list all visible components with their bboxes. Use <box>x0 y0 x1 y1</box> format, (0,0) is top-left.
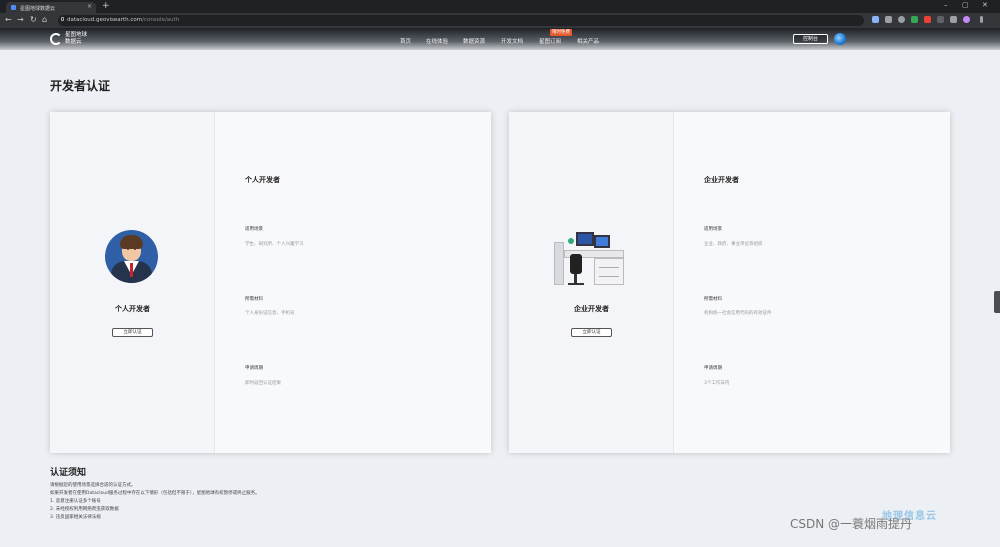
extension-icon[interactable] <box>924 16 931 23</box>
nav-data-resources[interactable]: 数据资源 <box>463 37 485 45</box>
menu-icon[interactable] <box>980 16 983 23</box>
notes-line: 如果开发者在使用Datacloud服务过程中存在以下情形（包括但不限于），星图地… <box>50 491 260 496</box>
card-right-panel: 个人开发者 适用场景 学生、研究所、个人兴趣学习 所需材料 个人身份证信息、手机… <box>215 112 491 453</box>
field-value: 学生、研究所、个人兴趣学习 <box>245 242 304 247</box>
minimize-icon[interactable]: – <box>944 1 948 10</box>
maximize-icon[interactable]: ▢ <box>962 1 969 10</box>
logo-icon <box>50 33 62 45</box>
hot-badge: 限时免费 <box>550 29 572 36</box>
field-label: 适用场景 <box>704 227 722 232</box>
address-bar[interactable]: datacloud.geovisearth.com/console/auth <box>58 15 864 26</box>
card-right-panel: 企业开发者 适用场景 企业、政府、事业单位等组织 所需材料 机构统一社会信用代码… <box>674 112 950 453</box>
tab-close-icon[interactable]: × <box>87 3 92 10</box>
field-label: 适用场景 <box>245 227 263 232</box>
url-host: datacloud.geovisearth.com <box>67 17 143 23</box>
field-value: 企业、政府、事业单位等组织 <box>704 242 763 247</box>
nav-subscription[interactable]: 星图订阅 <box>539 37 561 45</box>
notes-title: 认证须知 <box>50 468 87 478</box>
chair-graphic <box>570 254 582 274</box>
field-value: 即时返回认证结果 <box>245 381 281 386</box>
field-value: 个人身份证信息、手机号 <box>245 311 295 316</box>
nav-home[interactable]: 首页 <box>400 37 411 45</box>
nav-related-products[interactable]: 相关产品 <box>577 37 599 45</box>
forward-icon[interactable]: → <box>17 15 24 25</box>
field-label: 所需材料 <box>245 297 263 302</box>
notes-line: 1. 恶意注册认证多个账号 <box>50 499 101 504</box>
home-icon[interactable]: ⌂ <box>42 15 47 25</box>
browser-toolbar: ← → ↻ ⌂ datacloud.geovisearth.com/consol… <box>0 13 1000 28</box>
profile-icon[interactable] <box>963 16 970 23</box>
verify-now-button[interactable]: 立即认证 <box>112 328 153 337</box>
desk-panel <box>554 242 564 285</box>
lamp-graphic <box>568 238 574 244</box>
page-title: 开发者认证 <box>50 79 111 93</box>
lock-icon <box>61 17 64 21</box>
field-label: 申请周期 <box>704 366 722 371</box>
monitor-graphic <box>594 235 610 248</box>
browser-tabstrip: 星图地球数据云 × + – ▢ ✕ <box>0 0 1000 13</box>
cabinet-graphic <box>594 258 624 285</box>
site-logo[interactable]: 星图地球 数据云 <box>50 32 90 46</box>
logo-line1: 星图地球 <box>65 32 88 38</box>
user-avatar[interactable] <box>834 33 846 45</box>
personal-avatar-illustration <box>105 230 158 283</box>
role-title: 个人开发者 <box>115 305 150 313</box>
avatar-hair <box>120 235 143 249</box>
favicon-icon <box>11 5 16 10</box>
office-desk-illustration <box>554 230 629 290</box>
card-left-panel: 企业开发者 立即认证 <box>509 112 674 453</box>
field-label: 申请周期 <box>245 366 263 371</box>
verify-now-button[interactable]: 立即认证 <box>571 328 612 337</box>
browser-tab[interactable]: 星图地球数据云 × <box>6 2 96 13</box>
translate-icon[interactable] <box>872 16 879 23</box>
side-feedback-tab[interactable] <box>994 291 1000 313</box>
notes-line: 请根据您的使用场景选择合适的认证方式。 <box>50 483 136 488</box>
monitor-graphic <box>576 232 594 246</box>
chair-base <box>568 283 584 285</box>
card-left-panel: 个人开发者 立即认证 <box>50 112 215 453</box>
share-icon[interactable] <box>885 16 892 23</box>
logo-text: 星图地球 数据云 <box>65 32 95 46</box>
cabinet-drawer <box>599 276 619 277</box>
new-tab-button[interactable]: + <box>102 1 110 11</box>
watermark-text: CSDN @一蓑烟雨提丹 <box>790 517 913 531</box>
role-title: 企业开发者 <box>574 305 609 313</box>
field-value: 3个工作日内 <box>704 381 730 386</box>
logo-line2: 数据云 <box>65 39 82 45</box>
field-label: 所需材料 <box>704 297 722 302</box>
cabinet-drawer <box>599 267 619 268</box>
enterprise-developer-card: 企业开发者 立即认证 企业开发者 适用场景 企业、政府、事业单位等组织 所需材料… <box>509 112 950 453</box>
puzzle-icon[interactable] <box>950 16 957 23</box>
notes-line: 2. 未经授权利用网络爬虫获取数据 <box>50 507 119 512</box>
site-header: 星图地球 数据云 首页 在线体验 数据资源 开发文档 星图订阅 限时免费 相关产… <box>0 28 1000 50</box>
nav-online-experience[interactable]: 在线体验 <box>426 37 448 45</box>
notes-line: 3. 违反国家相关法律法规 <box>50 515 101 520</box>
console-button[interactable]: 控制台 <box>793 34 828 44</box>
card-heading: 个人开发者 <box>245 176 280 184</box>
reload-icon[interactable]: ↻ <box>30 15 37 25</box>
star-icon[interactable] <box>898 16 905 23</box>
window-close-icon[interactable]: ✕ <box>982 1 988 10</box>
personal-developer-card: 个人开发者 立即认证 个人开发者 适用场景 学生、研究所、个人兴趣学习 所需材料… <box>50 112 491 453</box>
avatar-tie <box>130 263 133 277</box>
extension-icon[interactable] <box>937 16 944 23</box>
field-value: 机构统一社会信用代码的有效证件 <box>704 311 772 316</box>
back-icon[interactable]: ← <box>5 15 12 25</box>
url-path: /console/auth <box>142 17 180 23</box>
card-heading: 企业开发者 <box>704 176 739 184</box>
tab-title: 星图地球数据云 <box>20 6 56 12</box>
nav-dev-docs[interactable]: 开发文档 <box>501 37 523 45</box>
extension-icon[interactable] <box>911 16 918 23</box>
